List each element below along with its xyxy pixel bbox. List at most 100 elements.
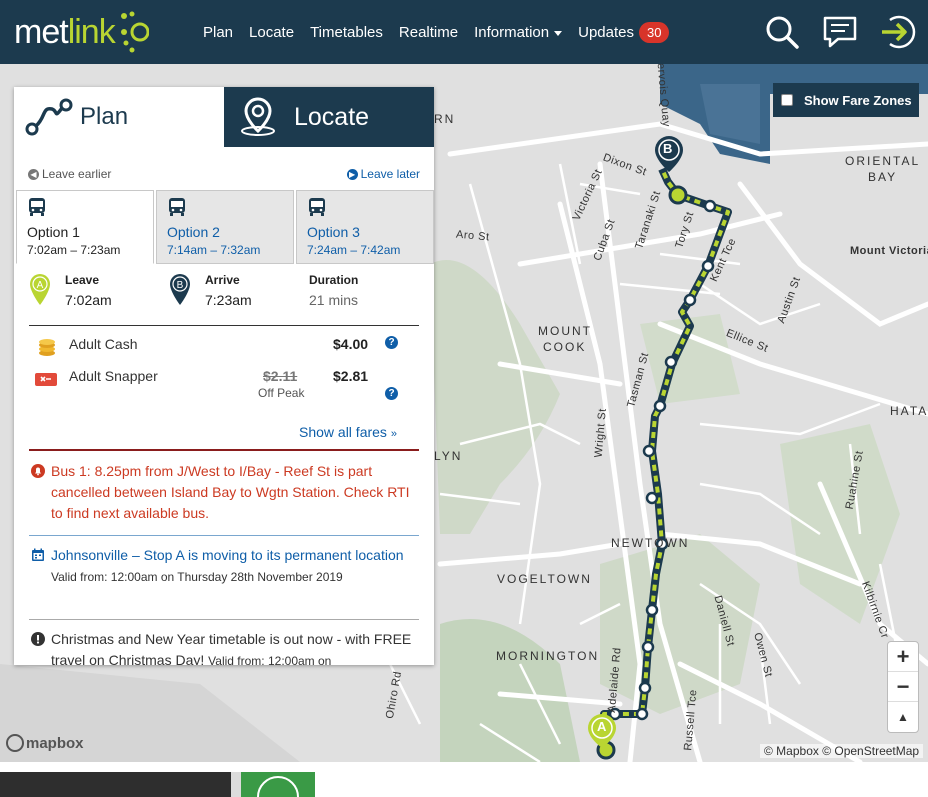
fare-cash-price: $4.00 — [333, 336, 369, 352]
journey-planner-panel: Plan Locate ◀ Leave earlier ▶ Leave late… — [14, 87, 434, 665]
route-plan-icon — [25, 98, 73, 136]
trip-arrive-label: Arrive — [205, 273, 240, 287]
map-label-lyn: LYN — [434, 449, 463, 463]
calendar-icon — [32, 548, 44, 561]
show-fare-zones-toggle[interactable]: Show Fare Zones — [773, 83, 919, 117]
zoom-out-button[interactable]: − — [888, 672, 918, 702]
map-label-bay: BAY — [868, 170, 898, 184]
chevron-left-icon: ◀ — [28, 168, 39, 180]
caret-down-icon — [554, 30, 563, 36]
trip-duration-value: 21 mins — [309, 292, 359, 308]
map-label-oriental: ORIENTAL — [845, 154, 921, 168]
compass-button[interactable]: ▲ — [888, 702, 918, 732]
pin-a-label: A — [597, 719, 607, 734]
alert-johnsonville-title: Johnsonville – Stop A is moving to its p… — [51, 547, 404, 563]
map-label-rn: RN — [434, 112, 456, 126]
help-icon[interactable]: ? — [385, 387, 398, 400]
pin-b-label: B — [663, 141, 673, 156]
fares-divider — [29, 325, 419, 326]
pin-a-icon: A — [30, 274, 50, 305]
nav-updates-label: Updates — [578, 23, 634, 41]
message-icon[interactable] — [820, 12, 860, 52]
snapper-card-icon — [35, 373, 57, 386]
map-label-newtown: NEWTOWN — [611, 536, 690, 550]
alert-cancellation[interactable]: Bus 1: 8.25pm from J/West to I/Bay - Ree… — [29, 461, 419, 524]
nav-information-label: Information — [474, 23, 550, 41]
nav-information[interactable]: Information — [474, 23, 563, 41]
footer-gap — [0, 762, 928, 772]
map-attribution[interactable]: © Mapbox © OpenStreetMap — [760, 744, 924, 758]
search-icon[interactable] — [762, 12, 802, 52]
alert-christmas[interactable]: Christmas and New Year timetable is out … — [29, 629, 419, 665]
zoom-in-button[interactable]: + — [888, 642, 918, 672]
mapbox-label: mapbox — [26, 734, 84, 752]
fare-snapper-name: Adult Snapper — [69, 368, 158, 384]
trip-leave: A Leave 7:02am — [29, 273, 112, 308]
fare-snapper-price: $2.81 — [333, 368, 369, 384]
top-nav: metlink Plan Locate Timetables Realtime … — [0, 0, 928, 64]
chevron-double-down-icon: » — [390, 428, 397, 440]
coins-icon — [39, 339, 55, 356]
nav-links: Plan Locate Timetables Realtime Informat… — [203, 0, 685, 64]
leave-earlier-link[interactable]: ◀ Leave earlier — [28, 167, 111, 181]
alert-johnsonville-valid: Valid from: 12:00am on Thursday 28th Nov… — [51, 570, 343, 584]
alert-divider — [29, 535, 419, 536]
pin-b-letter: B — [177, 280, 184, 291]
bus-icon — [29, 198, 45, 216]
zoom-control: + − ▲ — [887, 641, 919, 733]
trip-leave-label: Leave — [65, 273, 100, 287]
mapbox-logo[interactable]: mapbox — [6, 734, 84, 752]
fare-zones-checkbox[interactable] — [781, 94, 793, 106]
alert-cancellation-text: Bus 1: 8.25pm from J/West to I/Bay - Ree… — [51, 463, 410, 521]
pin-a-letter: A — [37, 280, 44, 291]
footer-white-block — [315, 772, 928, 797]
map-label-hata: HATA — [890, 404, 928, 418]
alert-divider — [29, 619, 419, 620]
nav-locate[interactable]: Locate — [249, 24, 294, 41]
option-3-name: Option 3 — [307, 224, 360, 240]
nav-updates[interactable]: Updates 30 — [578, 21, 670, 43]
option-2[interactable]: Option 2 7:14am – 7:32am — [156, 190, 294, 264]
map-label-mount-victoria: Mount Victoria — [850, 245, 928, 257]
footer-green-block[interactable] — [241, 772, 315, 797]
map-label-mount: MOUNT — [538, 324, 592, 338]
option-3[interactable]: Option 3 7:24am – 7:42am — [296, 190, 434, 264]
show-all-fares-label: Show all fares — [299, 424, 387, 440]
bus-icon — [309, 198, 325, 216]
fare-snapper-off-peak: Off Peak — [258, 386, 305, 400]
trip-leave-time: 7:02am — [65, 292, 112, 308]
updates-count-badge: 30 — [639, 21, 670, 43]
trip-duration: Duration 21 mins — [309, 273, 358, 308]
footer-circle-icon — [257, 776, 299, 797]
leave-later-link[interactable]: ▶ Leave later — [346, 167, 420, 181]
login-icon[interactable] — [878, 12, 918, 52]
fare-adult-snapper: Adult Snapper $2.11 Off Peak $2.81 ? — [34, 368, 409, 408]
show-all-fares-link[interactable]: Show all fares » — [299, 424, 397, 440]
trip-summary: A Leave 7:02am B Arrive 7:23am Duration … — [24, 273, 424, 323]
map-label-cook: COOK — [543, 340, 587, 354]
option-1[interactable]: Option 1 7:02am – 7:23am — [16, 190, 154, 264]
fare-snapper-old-price: $2.11 — [263, 368, 298, 384]
nav-plan[interactable]: Plan — [203, 24, 233, 41]
nav-timetables[interactable]: Timetables — [310, 24, 383, 41]
leave-later-label: Leave later — [360, 167, 420, 181]
trip-options: Option 1 7:02am – 7:23am Option 2 7:14am… — [14, 190, 434, 264]
tab-locate[interactable]: Locate — [224, 87, 434, 147]
alert-johnsonville[interactable]: Johnsonville – Stop A is moving to its p… — [29, 545, 419, 588]
option-1-name: Option 1 — [27, 224, 80, 240]
nav-realtime[interactable]: Realtime — [399, 24, 458, 41]
logo-text: metlink — [14, 12, 116, 51]
alert-bell-icon — [31, 464, 45, 478]
leave-time-nav: ◀ Leave earlier ▶ Leave later — [28, 167, 420, 183]
map-label-vogeltown: VOGELTOWN — [497, 572, 592, 586]
logo-dots-icon — [120, 11, 149, 53]
fare-adult-cash: Adult Cash $4.00 ? — [34, 336, 409, 360]
help-icon[interactable]: ? — [385, 336, 398, 349]
tab-plan[interactable]: Plan — [14, 87, 224, 147]
chevron-right-icon: ▶ — [346, 168, 358, 180]
bus-icon — [169, 198, 185, 216]
fare-cash-name: Adult Cash — [69, 336, 138, 352]
metlink-logo[interactable]: metlink — [14, 10, 149, 54]
trip-duration-label: Duration — [309, 273, 359, 287]
option-2-name: Option 2 — [167, 224, 220, 240]
